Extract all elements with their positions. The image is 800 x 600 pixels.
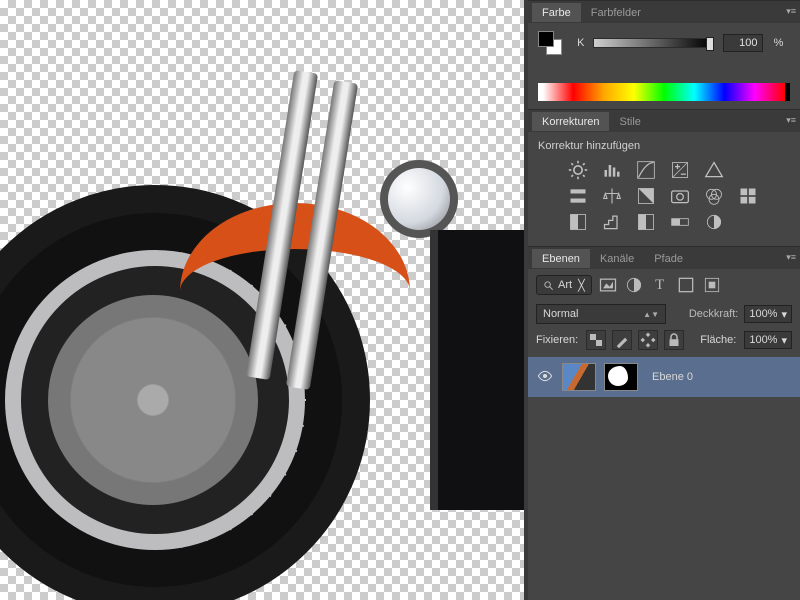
lock-position-icon[interactable]: [638, 330, 658, 350]
color-panel: Farbe Farbfelder ▾≡ K %: [528, 0, 800, 109]
filter-smartobject-icon[interactable]: [702, 275, 722, 295]
vibrance-icon[interactable]: [704, 160, 724, 180]
tab-layers[interactable]: Ebenen: [532, 249, 590, 268]
posterize-icon[interactable]: [602, 212, 622, 232]
lock-pixels-icon[interactable]: [612, 330, 632, 350]
layers-panel-tabs: Ebenen Kanäle Pfade ▾≡: [528, 247, 800, 269]
selective-color-icon[interactable]: [704, 212, 724, 232]
color-spectrum[interactable]: [538, 83, 790, 101]
threshold-icon[interactable]: [636, 212, 656, 232]
workspace: Farbe Farbfelder ▾≡ K % Korrekturen Stil…: [0, 0, 800, 600]
layer-row[interactable]: Ebene 0: [528, 357, 800, 397]
layer-list: Ebene 0: [528, 357, 800, 397]
layer-thumbnail[interactable]: [562, 363, 596, 391]
canvas-scrollbar[interactable]: [524, 0, 528, 600]
blend-mode-value: Normal: [543, 308, 578, 320]
curves-icon[interactable]: [636, 160, 656, 180]
color-balance-icon[interactable]: [602, 186, 622, 206]
gradient-map-icon[interactable]: [670, 212, 690, 232]
search-icon: [543, 280, 554, 291]
layer-name[interactable]: Ebene 0: [652, 371, 693, 383]
tab-channels[interactable]: Kanäle: [590, 249, 644, 268]
filter-adjustment-icon[interactable]: [624, 275, 644, 295]
filter-shape-icon[interactable]: [676, 275, 696, 295]
canvas-area: [0, 0, 528, 600]
color-panel-tabs: Farbe Farbfelder ▾≡: [528, 1, 800, 23]
panel-menu-icon[interactable]: ▾≡: [786, 252, 796, 263]
lock-transparency-icon[interactable]: [586, 330, 606, 350]
percent-label: %: [774, 37, 784, 49]
k-slider[interactable]: [593, 38, 711, 48]
panel-menu-icon[interactable]: ▾≡: [786, 115, 796, 126]
tab-swatches[interactable]: Farbfelder: [581, 3, 651, 22]
levels-icon[interactable]: [602, 160, 622, 180]
layer-filter-label: Art: [558, 279, 572, 291]
panel-column: Farbe Farbfelder ▾≡ K % Korrekturen Stil…: [528, 0, 800, 600]
document-canvas[interactable]: [0, 0, 524, 600]
layer-filter-type[interactable]: Art ╳: [536, 275, 592, 295]
photo-filter-icon[interactable]: [670, 186, 690, 206]
brightness-contrast-icon[interactable]: [568, 160, 588, 180]
k-value-input[interactable]: [723, 34, 763, 52]
panel-menu-icon[interactable]: ▾≡: [786, 6, 796, 17]
exposure-icon[interactable]: [670, 160, 690, 180]
opacity-label: Deckkraft:: [689, 308, 739, 320]
adjustments-panel: Korrekturen Stile ▾≡ Korrektur hinzufüge…: [528, 109, 800, 246]
fill-label: Fläche:: [700, 334, 736, 346]
fill-input[interactable]: 100%▾: [744, 331, 792, 349]
lock-all-icon[interactable]: [664, 330, 684, 350]
invert-icon[interactable]: [568, 212, 588, 232]
color-lookup-icon[interactable]: [738, 186, 758, 206]
filter-pixel-icon[interactable]: [598, 275, 618, 295]
black-white-icon[interactable]: [636, 186, 656, 206]
channel-mixer-icon[interactable]: [704, 186, 724, 206]
foreground-background-swatch[interactable]: [538, 31, 562, 55]
layers-panel: Ebenen Kanäle Pfade ▾≡ Art ╳ T Nor: [528, 246, 800, 600]
filter-type-icon[interactable]: T: [650, 275, 670, 295]
tab-paths[interactable]: Pfade: [644, 249, 693, 268]
adjustments-header: Korrektur hinzufügen: [538, 140, 790, 152]
layer-mask-thumbnail[interactable]: [604, 363, 638, 391]
visibility-toggle-icon[interactable]: [536, 370, 554, 385]
channel-k-label: K: [577, 37, 584, 49]
hue-saturation-icon[interactable]: [568, 186, 588, 206]
blend-mode-dropdown[interactable]: Normal ▲▼: [536, 304, 666, 324]
adjustments-panel-tabs: Korrekturen Stile ▾≡: [528, 110, 800, 132]
tab-color[interactable]: Farbe: [532, 3, 581, 22]
tab-styles[interactable]: Stile: [609, 112, 650, 131]
opacity-input[interactable]: 100%▾: [744, 305, 792, 323]
lock-label: Fixieren:: [536, 334, 578, 346]
tab-adjustments[interactable]: Korrekturen: [532, 112, 609, 131]
